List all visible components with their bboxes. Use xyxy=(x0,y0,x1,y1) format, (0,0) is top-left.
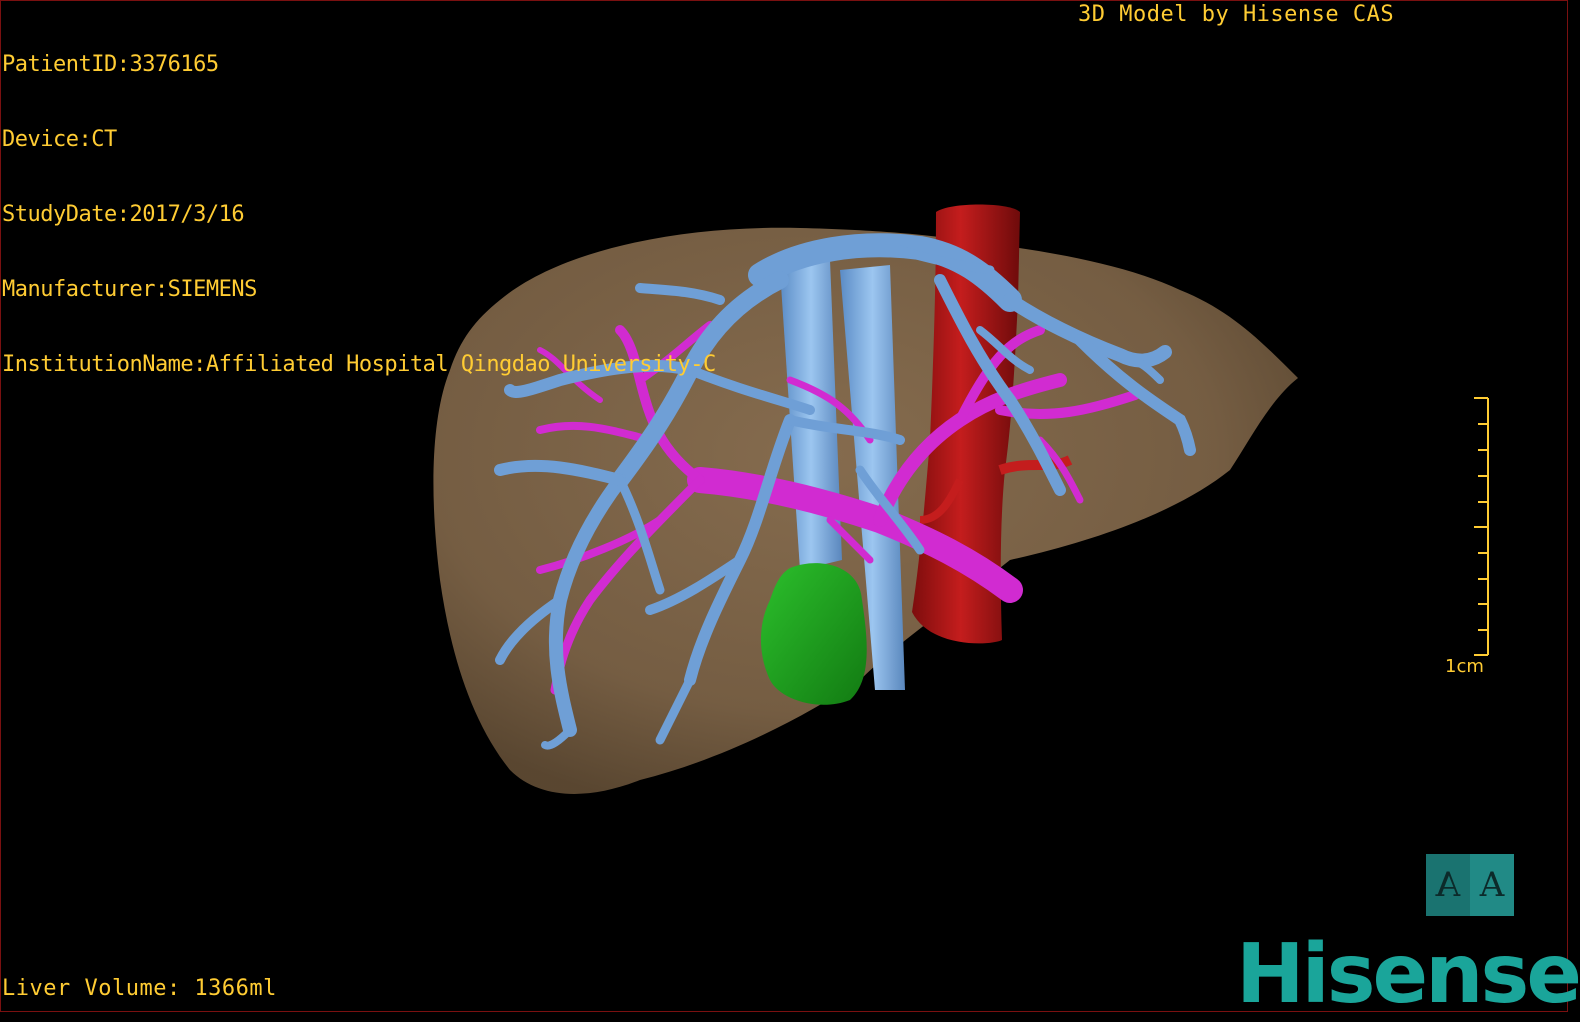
liver-volume-text: Liver Volume: 1366ml xyxy=(2,976,277,1001)
gallbladder xyxy=(760,563,867,705)
hisense-logo: Hisense xyxy=(1236,927,1580,1022)
model-credit-text: 3D Model by Hisense CAS xyxy=(1078,2,1395,27)
manufacturer-text: Manufacturer:SIEMENS xyxy=(2,277,257,302)
dicom-info-overlay: PatientID:3376165 Device:CT StudyDate:20… xyxy=(2,2,716,402)
orientation-right-face: A xyxy=(1470,854,1514,916)
study-date-text: StudyDate:2017/3/16 xyxy=(2,202,245,227)
scale-bar xyxy=(1474,397,1489,656)
device-text: Device:CT xyxy=(2,127,117,152)
patient-id-text: PatientID:3376165 xyxy=(2,52,219,77)
orientation-cube-icon[interactable]: A A xyxy=(1426,854,1514,916)
orientation-left-face: A xyxy=(1426,854,1470,916)
institution-text: InstitutionName:Affiliated Hospital Qing… xyxy=(2,352,716,377)
scale-bar-label: 1cm xyxy=(1445,656,1484,677)
